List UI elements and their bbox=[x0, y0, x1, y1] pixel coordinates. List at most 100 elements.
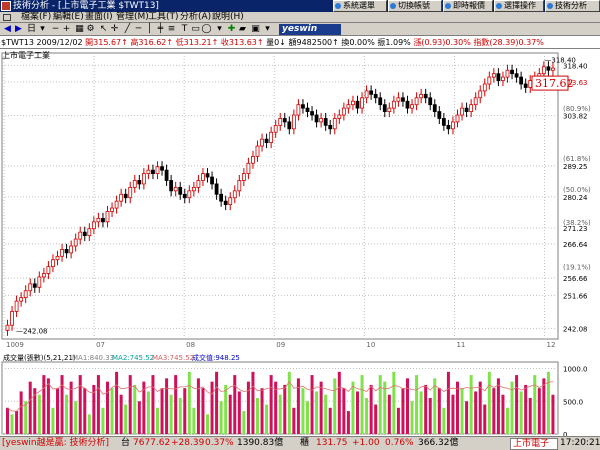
add-indicator-icon[interactable]: ✚ bbox=[226, 24, 237, 35]
candle-body bbox=[141, 173, 146, 185]
candle-body bbox=[87, 228, 92, 237]
candle-body bbox=[301, 104, 305, 109]
info-code: $TWT13 bbox=[1, 38, 34, 47]
last-price-label: 317.62 bbox=[535, 77, 574, 90]
grid-icon[interactable]: ▦ bbox=[74, 24, 85, 35]
volume-bar bbox=[469, 375, 473, 434]
switch-account-button[interactable]: 切換帳號 bbox=[388, 0, 442, 12]
candle-body bbox=[278, 118, 283, 126]
y-tick-label: 266.64 bbox=[563, 241, 588, 249]
candle-body bbox=[355, 100, 360, 109]
candle-body bbox=[228, 197, 233, 206]
y-tick-label: 256.66 bbox=[563, 275, 588, 283]
save-icon[interactable]: ▣ bbox=[250, 24, 261, 35]
menu-file[interactable]: 檔案(F) bbox=[21, 12, 51, 23]
volume-bar bbox=[74, 401, 78, 434]
status-tw-label: 台 bbox=[121, 438, 131, 448]
menu-tools[interactable]: 工具(T) bbox=[148, 12, 179, 23]
x-month-label: 11 bbox=[456, 341, 465, 349]
fibonacci-icon[interactable]: ≡ bbox=[166, 24, 177, 35]
crosshair-icon[interactable]: ✛ bbox=[109, 24, 120, 35]
channel-icon[interactable]: ╪ bbox=[155, 24, 166, 35]
select-operation-button[interactable]: 選擇操作 bbox=[494, 0, 544, 12]
menu-help[interactable]: 說明(H) bbox=[212, 12, 244, 23]
status-bar: [yeswin越是贏: 技術分析] 台 7677.62 +28.39 0.37%… bbox=[0, 436, 600, 450]
candle-body bbox=[387, 107, 392, 112]
candle-body bbox=[314, 114, 319, 123]
trendline-icon[interactable]: ╱ bbox=[122, 24, 133, 35]
candle-body bbox=[455, 114, 460, 123]
volume-bar bbox=[283, 384, 287, 434]
toolbar-dropdown-icon[interactable]: ▾ bbox=[262, 24, 273, 35]
volume-bar bbox=[451, 394, 455, 434]
volume-bar bbox=[251, 371, 255, 434]
candle-body bbox=[132, 180, 137, 188]
candle-body bbox=[151, 169, 155, 175]
volume-bar bbox=[546, 371, 550, 434]
chart-area[interactable]: 318.40313.63303.82289.25280.24271.23266.… bbox=[0, 49, 600, 436]
candle-body bbox=[423, 93, 428, 99]
candle-body bbox=[364, 90, 369, 99]
shape-dropdown-icon[interactable]: ▾ bbox=[214, 24, 225, 35]
volume-bar bbox=[437, 388, 441, 434]
volume-bar bbox=[96, 375, 100, 434]
menu-view[interactable]: 畫面(I) bbox=[85, 12, 113, 23]
candle-body bbox=[491, 73, 496, 78]
settings-icon[interactable]: ⚙ bbox=[85, 24, 96, 35]
volume-bar bbox=[301, 388, 305, 434]
color-picker-icon[interactable]: ▰ bbox=[237, 24, 248, 35]
menu-manage[interactable]: 管理(M) bbox=[116, 12, 149, 23]
text-tool-icon[interactable]: T bbox=[179, 24, 190, 35]
info-amplitude: 振1.09% bbox=[377, 38, 411, 47]
candle-body bbox=[41, 273, 46, 278]
volume-bar bbox=[478, 381, 482, 434]
candle-body bbox=[541, 66, 546, 75]
ellipse-icon[interactable]: ◯ bbox=[201, 24, 212, 35]
candle-body bbox=[378, 97, 383, 106]
technical-analysis-button[interactable]: 技術分析 bbox=[545, 0, 600, 12]
status-otc-label: 櫃 bbox=[300, 438, 310, 448]
vline-icon[interactable]: │ bbox=[144, 24, 155, 35]
menu-edit[interactable]: 編輯(E) bbox=[53, 12, 84, 23]
candle-body bbox=[401, 97, 405, 102]
candle-body bbox=[255, 145, 260, 157]
volume-bar bbox=[387, 394, 391, 434]
back-icon[interactable]: ◀ bbox=[2, 24, 13, 35]
volume-bar bbox=[328, 407, 332, 434]
volume-bar bbox=[128, 375, 132, 434]
candle-body bbox=[187, 190, 192, 199]
menu-analysis[interactable]: 分析(A) bbox=[180, 12, 211, 23]
volume-bar bbox=[242, 411, 246, 434]
realtime-quote-button[interactable]: 即時報價 bbox=[443, 0, 493, 12]
zoom-in-icon[interactable]: + bbox=[61, 24, 72, 35]
switch-account-icon bbox=[390, 3, 396, 9]
candle-body bbox=[246, 162, 251, 175]
rectangle-icon[interactable]: ▭ bbox=[190, 24, 201, 35]
candle-body bbox=[123, 193, 128, 199]
volume-bar bbox=[378, 375, 382, 434]
volume-bar bbox=[228, 394, 232, 434]
candle-body bbox=[160, 166, 164, 171]
volume-bar bbox=[356, 391, 359, 434]
hline-icon[interactable]: ─ bbox=[133, 24, 144, 35]
forward-icon[interactable]: ▶ bbox=[13, 24, 24, 35]
candle-body bbox=[487, 76, 492, 85]
candle-body bbox=[19, 297, 24, 302]
candle-body bbox=[23, 290, 28, 299]
volume-bar bbox=[183, 388, 187, 434]
volume-bar bbox=[46, 378, 50, 434]
status-brand: [yeswin越是贏: 技術分析] bbox=[2, 438, 110, 448]
candle-body bbox=[260, 138, 264, 147]
candle-body bbox=[414, 97, 419, 106]
candle-body bbox=[82, 231, 87, 237]
info-low: 低313.21 bbox=[175, 38, 212, 47]
zoom-out-icon[interactable]: − bbox=[50, 24, 61, 35]
candle-body bbox=[501, 76, 505, 81]
status-tab-electronics[interactable]: 上市電子 bbox=[510, 438, 558, 450]
volume-legend-item: 成交值:948.25 bbox=[192, 353, 240, 362]
candle-body bbox=[178, 186, 183, 195]
period-dropdown-icon[interactable]: ▾ bbox=[37, 24, 48, 35]
pointer-icon[interactable]: ↖ bbox=[98, 24, 109, 35]
system-menu-button[interactable]: 系統選單 bbox=[333, 0, 387, 12]
period-selector[interactable]: 日 bbox=[26, 24, 37, 35]
